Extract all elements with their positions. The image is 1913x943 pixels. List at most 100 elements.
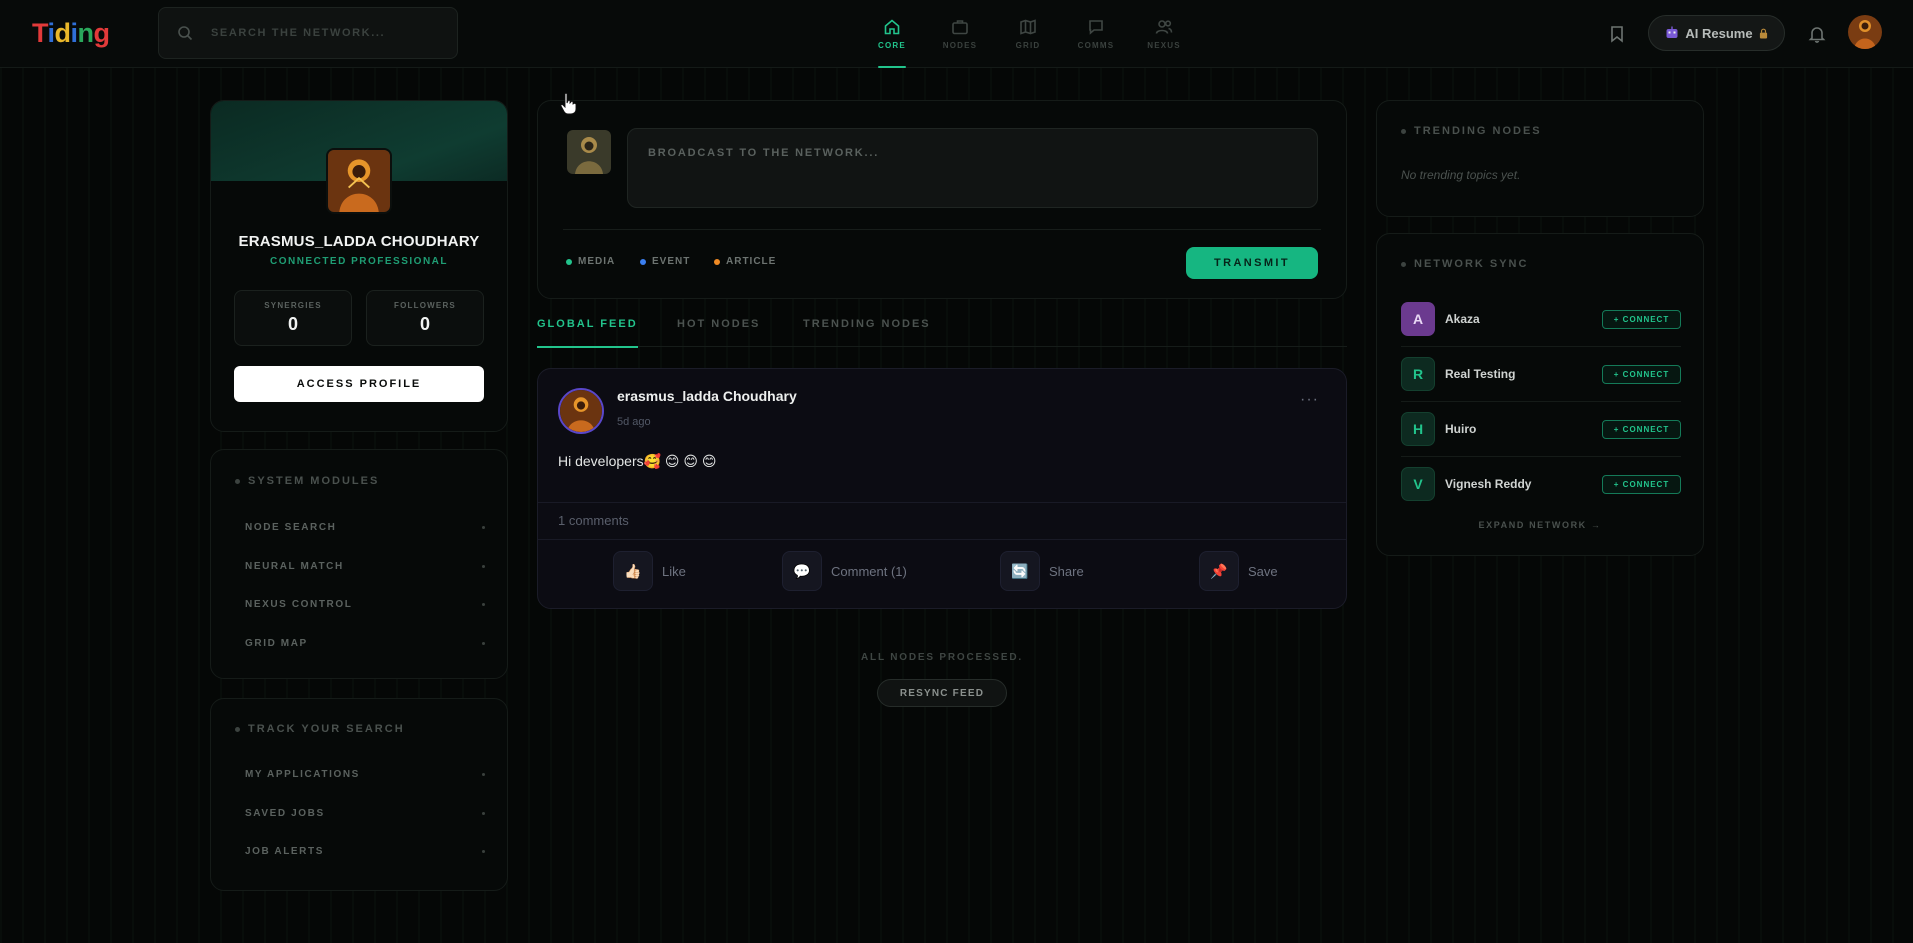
broadcast-input[interactable] bbox=[627, 128, 1318, 208]
connection-name[interactable]: Real Testing bbox=[1445, 367, 1602, 381]
share-icon: 🔄 bbox=[1000, 551, 1040, 591]
comment-button[interactable]: 💬 Comment (1) bbox=[782, 551, 907, 591]
stat-value: 0 bbox=[419, 314, 430, 334]
divider bbox=[563, 229, 1321, 230]
post-author-name[interactable]: erasmus_ladda Choudhary bbox=[617, 388, 797, 404]
divider bbox=[538, 539, 1346, 540]
menu-label: NEURAL MATCH bbox=[245, 561, 344, 572]
nav-core[interactable]: CORE bbox=[858, 0, 926, 68]
transmit-button[interactable]: TRANSMIT bbox=[1186, 247, 1318, 279]
action-label: Like bbox=[662, 563, 686, 579]
app-logo[interactable]: Tiding bbox=[32, 18, 110, 49]
post-comment-count[interactable]: 1 comments bbox=[558, 513, 629, 528]
dot-icon bbox=[482, 603, 485, 606]
user-avatar[interactable] bbox=[1848, 15, 1882, 49]
nav-comms[interactable]: COMMS bbox=[1062, 0, 1130, 68]
divider bbox=[1401, 401, 1681, 402]
action-label: Share bbox=[1049, 563, 1084, 579]
media-dot-icon bbox=[566, 258, 572, 265]
lock-icon bbox=[1759, 28, 1767, 38]
home-icon bbox=[884, 19, 900, 35]
nav-nexus[interactable]: NEXUS bbox=[1130, 0, 1198, 68]
connect-button[interactable]: + CONNECT bbox=[1602, 309, 1681, 329]
menu-item-my-applications[interactable]: MY APPLICATIONS bbox=[245, 769, 485, 780]
briefcase-icon bbox=[952, 20, 968, 35]
nav-label: NEXUS bbox=[1147, 41, 1181, 50]
stat-followers[interactable]: FOLLOWERS 0 bbox=[366, 290, 484, 346]
connection-avatar[interactable]: V bbox=[1401, 467, 1435, 501]
attach-media-button[interactable]: MEDIA bbox=[566, 256, 615, 267]
connection-row: R Real Testing + CONNECT bbox=[1401, 357, 1681, 391]
connection-name[interactable]: Vignesh Reddy bbox=[1445, 477, 1602, 491]
menu-item-neural-match[interactable]: NEURAL MATCH bbox=[245, 561, 485, 572]
menu-item-saved-jobs[interactable]: SAVED JOBS bbox=[245, 808, 485, 819]
bookmark-button[interactable] bbox=[1607, 24, 1627, 44]
nav-nodes[interactable]: NODES bbox=[926, 0, 994, 68]
connection-name[interactable]: Huiro bbox=[1445, 422, 1602, 436]
feed-tabs: GLOBAL FEED HOT NODES TRENDING NODES bbox=[537, 318, 1347, 348]
comment-icon: 💬 bbox=[782, 551, 822, 591]
nav-label: GRID bbox=[1015, 41, 1041, 50]
post-author-avatar[interactable] bbox=[558, 388, 604, 434]
save-button[interactable]: 📌 Save bbox=[1199, 551, 1278, 591]
network-sync-card: NETWORK SYNC A Akaza + CONNECT R Real Te… bbox=[1376, 233, 1704, 556]
profile-role: CONNECTED PROFESSIONAL bbox=[269, 256, 448, 267]
stat-synergies[interactable]: SYNERGIES 0 bbox=[234, 290, 352, 346]
menu-item-job-alerts[interactable]: JOB ALERTS bbox=[245, 846, 485, 857]
profile-avatar[interactable] bbox=[326, 148, 392, 214]
expand-network-link[interactable]: EXPAND NETWORK → bbox=[1377, 520, 1703, 530]
stat-label: SYNERGIES bbox=[264, 301, 322, 310]
resync-feed-button[interactable]: RESYNC FEED bbox=[877, 679, 1007, 707]
action-label: Comment (1) bbox=[831, 563, 907, 579]
nav-label: CORE bbox=[878, 41, 906, 50]
system-modules-title: SYSTEM MODULES bbox=[235, 475, 379, 487]
connection-avatar[interactable]: A bbox=[1401, 302, 1435, 336]
tab-trending-nodes[interactable]: TRENDING NODES bbox=[803, 318, 931, 347]
dot-icon bbox=[482, 526, 485, 529]
notifications-button[interactable] bbox=[1807, 24, 1827, 44]
post-options-button[interactable]: ··· bbox=[1300, 391, 1319, 409]
connect-button[interactable]: + CONNECT bbox=[1602, 474, 1681, 494]
connect-button[interactable]: + CONNECT bbox=[1602, 364, 1681, 384]
like-button[interactable]: 👍🏻 Like bbox=[613, 551, 686, 591]
tab-global-feed[interactable]: GLOBAL FEED bbox=[537, 318, 638, 348]
nav-grid[interactable]: GRID bbox=[994, 0, 1062, 68]
attach-label: EVENT bbox=[652, 256, 691, 267]
logo-letter: d bbox=[54, 18, 72, 48]
logo-letter: T bbox=[32, 18, 48, 48]
dot-icon bbox=[482, 812, 485, 815]
connection-avatar[interactable]: H bbox=[1401, 412, 1435, 446]
attach-label: MEDIA bbox=[578, 256, 616, 267]
logo-letter: i bbox=[70, 18, 79, 48]
divider bbox=[1401, 346, 1681, 347]
menu-item-nexus-control[interactable]: NEXUS CONTROL bbox=[245, 599, 485, 610]
section-title-text: TRENDING NODES bbox=[1414, 125, 1542, 137]
avatar-image bbox=[328, 150, 390, 212]
access-profile-button[interactable]: ACCESS PROFILE bbox=[234, 366, 484, 402]
system-modules-card: SYSTEM MODULES NODE SEARCH NEURAL MATCH … bbox=[210, 449, 508, 679]
bullet-icon bbox=[1401, 261, 1406, 267]
menu-item-node-search[interactable]: NODE SEARCH bbox=[245, 522, 485, 533]
attach-article-button[interactable]: ARTICLE bbox=[714, 256, 776, 267]
connection-name[interactable]: Akaza bbox=[1445, 312, 1602, 326]
trending-nodes-title: TRENDING NODES bbox=[1401, 125, 1542, 137]
search-input[interactable] bbox=[211, 27, 431, 39]
connect-button[interactable]: + CONNECT bbox=[1602, 419, 1681, 439]
top-bar: Tiding CORE NODES GRID COMMS NEXUS bbox=[0, 0, 1913, 68]
connection-row: A Akaza + CONNECT bbox=[1401, 302, 1681, 336]
avatar-image bbox=[1848, 15, 1882, 49]
menu-label: MY APPLICATIONS bbox=[245, 769, 360, 780]
stat-value: 0 bbox=[287, 314, 298, 334]
menu-item-grid-map[interactable]: GRID MAP bbox=[245, 638, 485, 649]
bullet-icon bbox=[235, 726, 240, 732]
attach-event-button[interactable]: EVENT bbox=[640, 256, 690, 267]
post-timestamp: 5d ago bbox=[617, 416, 651, 428]
share-button[interactable]: 🔄 Share bbox=[1000, 551, 1084, 591]
nav-label: NODES bbox=[942, 41, 978, 50]
tab-hot-nodes[interactable]: HOT NODES bbox=[677, 318, 760, 347]
stat-label: FOLLOWERS bbox=[394, 301, 456, 310]
composer-avatar bbox=[567, 130, 611, 174]
ai-resume-button[interactable]: AI Resume bbox=[1648, 15, 1785, 51]
connection-avatar[interactable]: R bbox=[1401, 357, 1435, 391]
dot-icon bbox=[482, 773, 485, 776]
